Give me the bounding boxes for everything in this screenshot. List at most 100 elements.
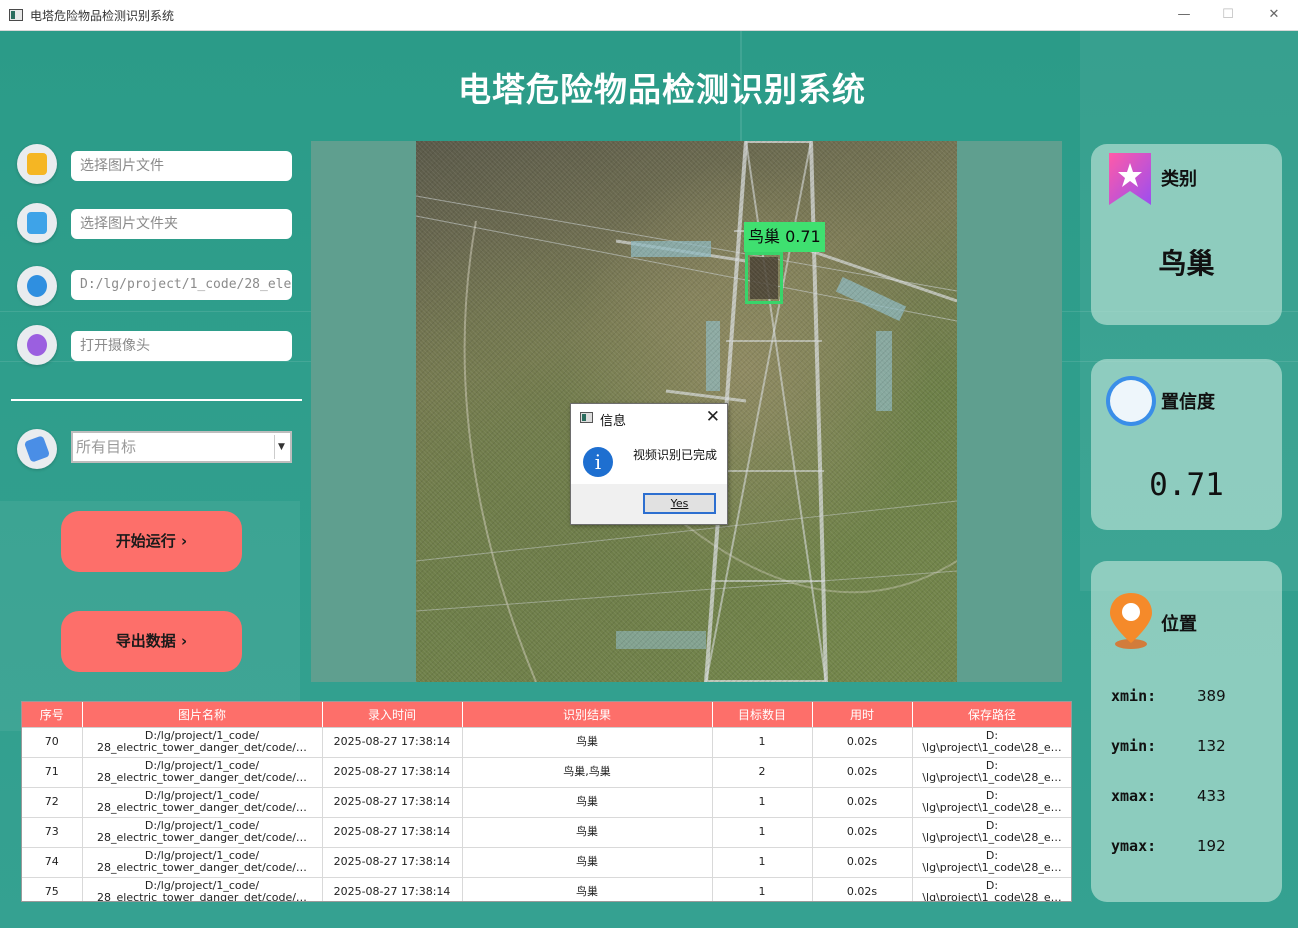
cell-count[interactable]: 1: [712, 847, 813, 878]
cell-time[interactable]: 2025-08-27 17:38:14: [322, 817, 463, 848]
image-folder-icon[interactable]: [17, 203, 57, 243]
ymax-value: 192: [1197, 837, 1226, 855]
column-header[interactable]: 保存路径: [912, 702, 1071, 728]
cell-image-name-line1: D:/lg/project/1_code/: [144, 850, 260, 862]
cell-result[interactable]: 鸟巢: [462, 817, 713, 848]
close-button[interactable]: ✕: [1262, 4, 1286, 26]
cell-result[interactable]: 鸟巢: [462, 727, 713, 758]
image-file-icon[interactable]: [17, 144, 57, 184]
cell-image-name-line1: D:/lg/project/1_code/: [144, 820, 260, 832]
cell-save-path-line1: D:: [985, 880, 999, 892]
detection-box: [745, 252, 783, 304]
video-icon[interactable]: [17, 266, 57, 306]
cell-cost[interactable]: 0.02s: [812, 817, 913, 848]
cell-image-name[interactable]: D:/lg/project/1_code/28_electric_tower_d…: [82, 787, 323, 818]
cell-cost[interactable]: 0.02s: [812, 787, 913, 818]
cell-save-path[interactable]: D: \lg\project\1_code\28_e…: [912, 877, 1071, 902]
cell-time[interactable]: 2025-08-27 17:38:14: [322, 727, 463, 758]
cell-save-path[interactable]: D: \lg\project\1_code\28_e…: [912, 787, 1071, 818]
table-row[interactable]: 71 D:/lg/project/1_code/28_electric_tower…: [22, 757, 1071, 788]
column-header[interactable]: 目标数目: [712, 702, 813, 728]
cell-id[interactable]: 70: [22, 727, 83, 758]
camera-icon[interactable]: [17, 325, 57, 365]
cell-image-name[interactable]: D:/lg/project/1_code/28_electric_tower_d…: [82, 877, 323, 901]
cell-result[interactable]: 鸟巢: [462, 877, 713, 901]
cell-count[interactable]: 2: [712, 757, 813, 788]
column-header[interactable]: 用时: [812, 702, 913, 728]
position-label: 位置: [1161, 614, 1197, 635]
cell-id[interactable]: 74: [22, 847, 83, 878]
cell-id[interactable]: 75: [22, 877, 83, 901]
image-file-input[interactable]: 选择图片文件: [71, 151, 292, 181]
cell-image-name-line2: 28_electric_tower_danger_det/code/…: [97, 802, 307, 814]
ymin-label: ymin:: [1111, 737, 1157, 755]
cell-save-path-line1: D:: [985, 820, 999, 832]
cell-image-name[interactable]: D:/lg/project/1_code/28_electric_tower_d…: [82, 847, 323, 878]
cell-image-name[interactable]: D:/lg/project/1_code/28_electric_tower_d…: [82, 817, 323, 848]
cell-count[interactable]: 1: [712, 787, 813, 818]
table-row[interactable]: 72 D:/lg/project/1_code/28_electric_tower…: [22, 787, 1071, 818]
cell-save-path-line2: \lg\project\1_code\28_e…: [922, 742, 1062, 754]
dialog-yes-button[interactable]: Yes: [643, 493, 716, 514]
xmax-label: xmax:: [1111, 787, 1157, 805]
class-card: 类别 鸟巢: [1091, 144, 1282, 325]
confidence-label: 置信度: [1161, 392, 1215, 413]
cell-time[interactable]: 2025-08-27 17:38:14: [322, 757, 463, 788]
cell-count[interactable]: 1: [712, 727, 813, 758]
cell-image-name-line2: 28_electric_tower_danger_det/code/…: [97, 772, 307, 784]
cell-save-path[interactable]: D: \lg\project\1_code\28_e…: [912, 727, 1071, 758]
cell-save-path-line2: \lg\project\1_code\28_e…: [922, 892, 1062, 902]
cell-count[interactable]: 1: [712, 877, 813, 901]
dialog-app-icon: [580, 412, 593, 423]
column-header[interactable]: 识别结果: [462, 702, 713, 728]
start-button[interactable]: 开始运行 ›: [61, 511, 242, 572]
table-row[interactable]: 73 D:/lg/project/1_code/28_electric_tower…: [22, 817, 1071, 848]
table-header-row: 序号 图片名称 录入时间 识别结果 目标数目 用时 保存路径: [22, 702, 1071, 728]
cell-time[interactable]: 2025-08-27 17:38:14: [322, 787, 463, 818]
table-row[interactable]: 75 D:/lg/project/1_code/28_electric_tower…: [22, 877, 1071, 902]
camera-input[interactable]: 打开摄像头: [71, 331, 292, 361]
minimize-button[interactable]: —: [1172, 4, 1196, 26]
cell-save-path-line2: \lg\project\1_code\28_e…: [922, 862, 1062, 874]
video-path-input[interactable]: D:/lg/project/1_code/28_electric_tower_d…: [71, 270, 292, 300]
xmax-value: 433: [1197, 787, 1226, 805]
cell-id[interactable]: 72: [22, 787, 83, 818]
target-select[interactable]: 所有目标 ▼: [71, 431, 292, 463]
cell-save-path[interactable]: D: \lg\project\1_code\28_e…: [912, 847, 1071, 878]
results-table[interactable]: 序号 图片名称 录入时间 识别结果 目标数目 用时 保存路径 70 D:/lg/p…: [21, 701, 1072, 902]
dialog-close-icon[interactable]: ✕: [706, 407, 720, 427]
export-button[interactable]: 导出数据 ›: [61, 611, 242, 672]
cell-image-name-line1: D:/lg/project/1_code/: [144, 730, 260, 742]
column-header[interactable]: 录入时间: [322, 702, 463, 728]
cell-result[interactable]: 鸟巢,鸟巢: [462, 757, 713, 788]
cell-save-path[interactable]: D: \lg\project\1_code\28_e…: [912, 757, 1071, 788]
info-dialog: 信息 ✕ i 视频识别已完成 Yes: [570, 403, 728, 525]
cell-id[interactable]: 73: [22, 817, 83, 848]
cell-time[interactable]: 2025-08-27 17:38:14: [322, 847, 463, 878]
column-header[interactable]: 序号: [22, 702, 83, 728]
cell-result[interactable]: 鸟巢: [462, 787, 713, 818]
cell-id[interactable]: 71: [22, 757, 83, 788]
table-row[interactable]: 70 D:/lg/project/1_code/28_electric_tower…: [22, 727, 1071, 758]
image-folder-input[interactable]: 选择图片文件夹: [71, 209, 292, 239]
cell-save-path-line1: D:: [985, 790, 999, 802]
cell-image-name-line2: 28_electric_tower_danger_det/code/…: [97, 862, 307, 874]
position-card: 位置 xmin: 389 ymin: 132 xmax: 433 ymax: 1…: [1091, 561, 1282, 902]
chevron-down-icon[interactable]: ▼: [274, 435, 288, 459]
cell-cost[interactable]: 0.02s: [812, 847, 913, 878]
cell-cost[interactable]: 0.02s: [812, 727, 913, 758]
cell-result[interactable]: 鸟巢: [462, 847, 713, 878]
cell-cost[interactable]: 0.02s: [812, 877, 913, 901]
cell-image-name[interactable]: D:/lg/project/1_code/28_electric_tower_d…: [82, 727, 323, 758]
cell-save-path-line2: \lg\project\1_code\28_e…: [922, 772, 1062, 784]
cell-save-path[interactable]: D: \lg\project\1_code\28_e…: [912, 817, 1071, 848]
ymax-row: ymax: 192: [1111, 837, 1226, 855]
cell-image-name[interactable]: D:/lg/project/1_code/28_electric_tower_d…: [82, 757, 323, 788]
cell-cost[interactable]: 0.02s: [812, 757, 913, 788]
column-header[interactable]: 图片名称: [82, 702, 323, 728]
cell-image-name-line1: D:/lg/project/1_code/: [144, 880, 260, 892]
table-row[interactable]: 74 D:/lg/project/1_code/28_electric_tower…: [22, 847, 1071, 878]
cell-count[interactable]: 1: [712, 817, 813, 848]
maximize-button[interactable]: ☐: [1216, 4, 1240, 26]
cell-time[interactable]: 2025-08-27 17:38:14: [322, 877, 463, 901]
